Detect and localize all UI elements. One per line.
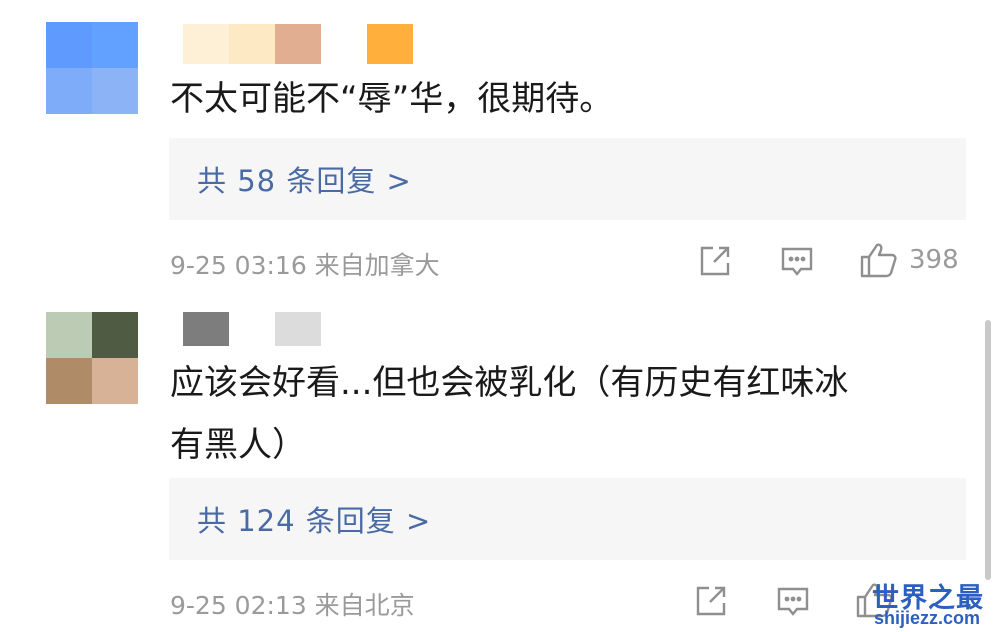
- avatar[interactable]: [46, 22, 138, 114]
- comment-text: 不太可能不“辱”华，很期待。: [170, 79, 614, 119]
- username-pixelated[interactable]: [183, 24, 413, 64]
- comment-button[interactable]: [775, 583, 811, 619]
- like-button[interactable]: 398: [859, 241, 959, 279]
- name-tile: [229, 24, 275, 64]
- comment-text: 应该会好看...但也会被乳化（有历史有红味冰 有黑人）: [170, 352, 970, 476]
- username-pixelated[interactable]: [183, 312, 321, 346]
- comment-text-line: 应该会好看...但也会被乳化（有历史有红味冰: [170, 363, 849, 403]
- name-tile: [183, 312, 229, 346]
- name-tile: [229, 312, 275, 346]
- name-tile: [367, 24, 413, 64]
- scrollbar[interactable]: [985, 320, 991, 580]
- avatar-tile: [46, 358, 92, 404]
- avatar-tile: [92, 68, 138, 114]
- name-tile: [183, 24, 229, 64]
- avatar-tile: [46, 68, 92, 114]
- reply-box[interactable]: 共 58 条回复 >: [169, 138, 966, 220]
- name-tile: [275, 24, 321, 64]
- share-icon: [700, 246, 730, 276]
- name-tile: [275, 312, 321, 346]
- name-tile: [321, 24, 367, 64]
- thumbs-up-icon: [860, 243, 897, 278]
- watermark-domain: shijiezz.com: [874, 608, 981, 628]
- comment-item: 不太可能不“辱”华，很期待。 共 58 条回复 > 9-25 03:16 来自加…: [0, 0, 1000, 300]
- avatar-tile: [92, 22, 138, 68]
- comment-item: 应该会好看...但也会被乳化（有历史有红味冰 有黑人） 共 124 条回复 > …: [0, 300, 1000, 632]
- share-button[interactable]: [693, 583, 729, 619]
- share-icon: [696, 586, 726, 616]
- site-watermark: 世界之最 shijiezz.com: [872, 576, 998, 630]
- view-replies-link[interactable]: 共 124 条回复 >: [197, 498, 431, 540]
- reply-box[interactable]: 共 124 条回复 >: [169, 478, 966, 560]
- comment-icon: [777, 587, 809, 616]
- comment-button[interactable]: [779, 243, 815, 279]
- view-replies-link[interactable]: 共 58 条回复 >: [197, 158, 412, 200]
- avatar-tile: [92, 312, 138, 358]
- share-button[interactable]: [697, 243, 733, 279]
- comment-text-line: 有黑人）: [170, 425, 306, 465]
- avatar-tile: [92, 358, 138, 404]
- comment-icon: [781, 247, 813, 276]
- avatar-tile: [46, 312, 92, 358]
- avatar-tile: [46, 22, 92, 68]
- comment-meta: 9-25 03:16 来自加拿大: [170, 251, 440, 280]
- comment-meta: 9-25 02:13 来自北京: [170, 591, 415, 620]
- avatar[interactable]: [46, 312, 138, 404]
- like-count: 398: [909, 245, 959, 275]
